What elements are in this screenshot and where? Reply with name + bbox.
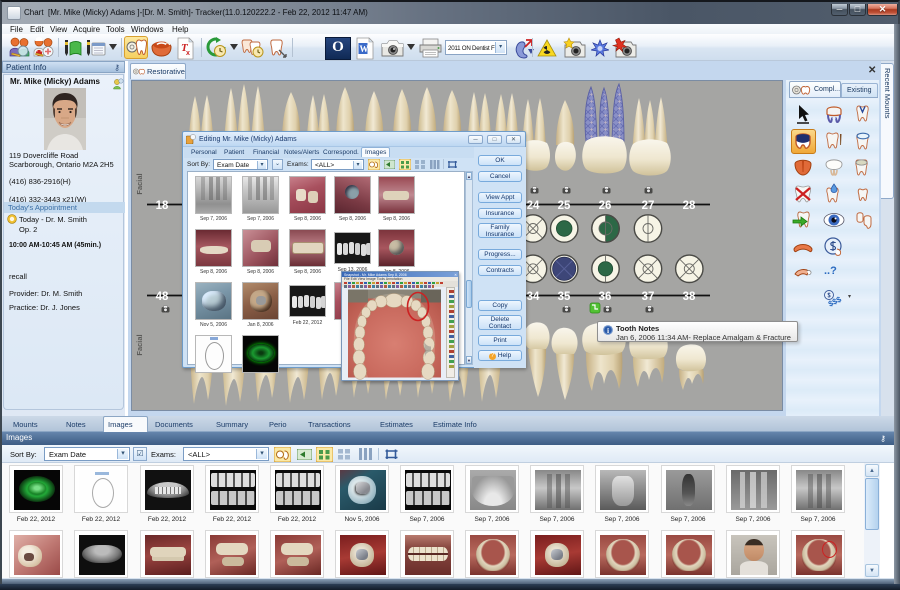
svg-text:18: 18 bbox=[156, 200, 169, 212]
svg-text:26: 26 bbox=[599, 200, 612, 212]
svg-text:W: W bbox=[360, 44, 369, 54]
svg-text:Facial: Facial bbox=[135, 334, 144, 355]
svg-text:35: 35 bbox=[558, 291, 571, 303]
svg-text:Facial: Facial bbox=[135, 173, 144, 194]
svg-text:48: 48 bbox=[156, 291, 169, 303]
svg-text:38: 38 bbox=[683, 291, 696, 303]
svg-text:36: 36 bbox=[599, 291, 612, 303]
svg-text:i: i bbox=[607, 326, 609, 335]
svg-text:24: 24 bbox=[527, 200, 540, 212]
svg-text:34: 34 bbox=[527, 291, 540, 303]
svg-text:x: x bbox=[186, 50, 190, 57]
svg-text:27: 27 bbox=[642, 200, 655, 212]
svg-text:25: 25 bbox=[558, 200, 571, 212]
svg-text:37: 37 bbox=[642, 291, 655, 303]
svg-text:28: 28 bbox=[683, 200, 696, 212]
